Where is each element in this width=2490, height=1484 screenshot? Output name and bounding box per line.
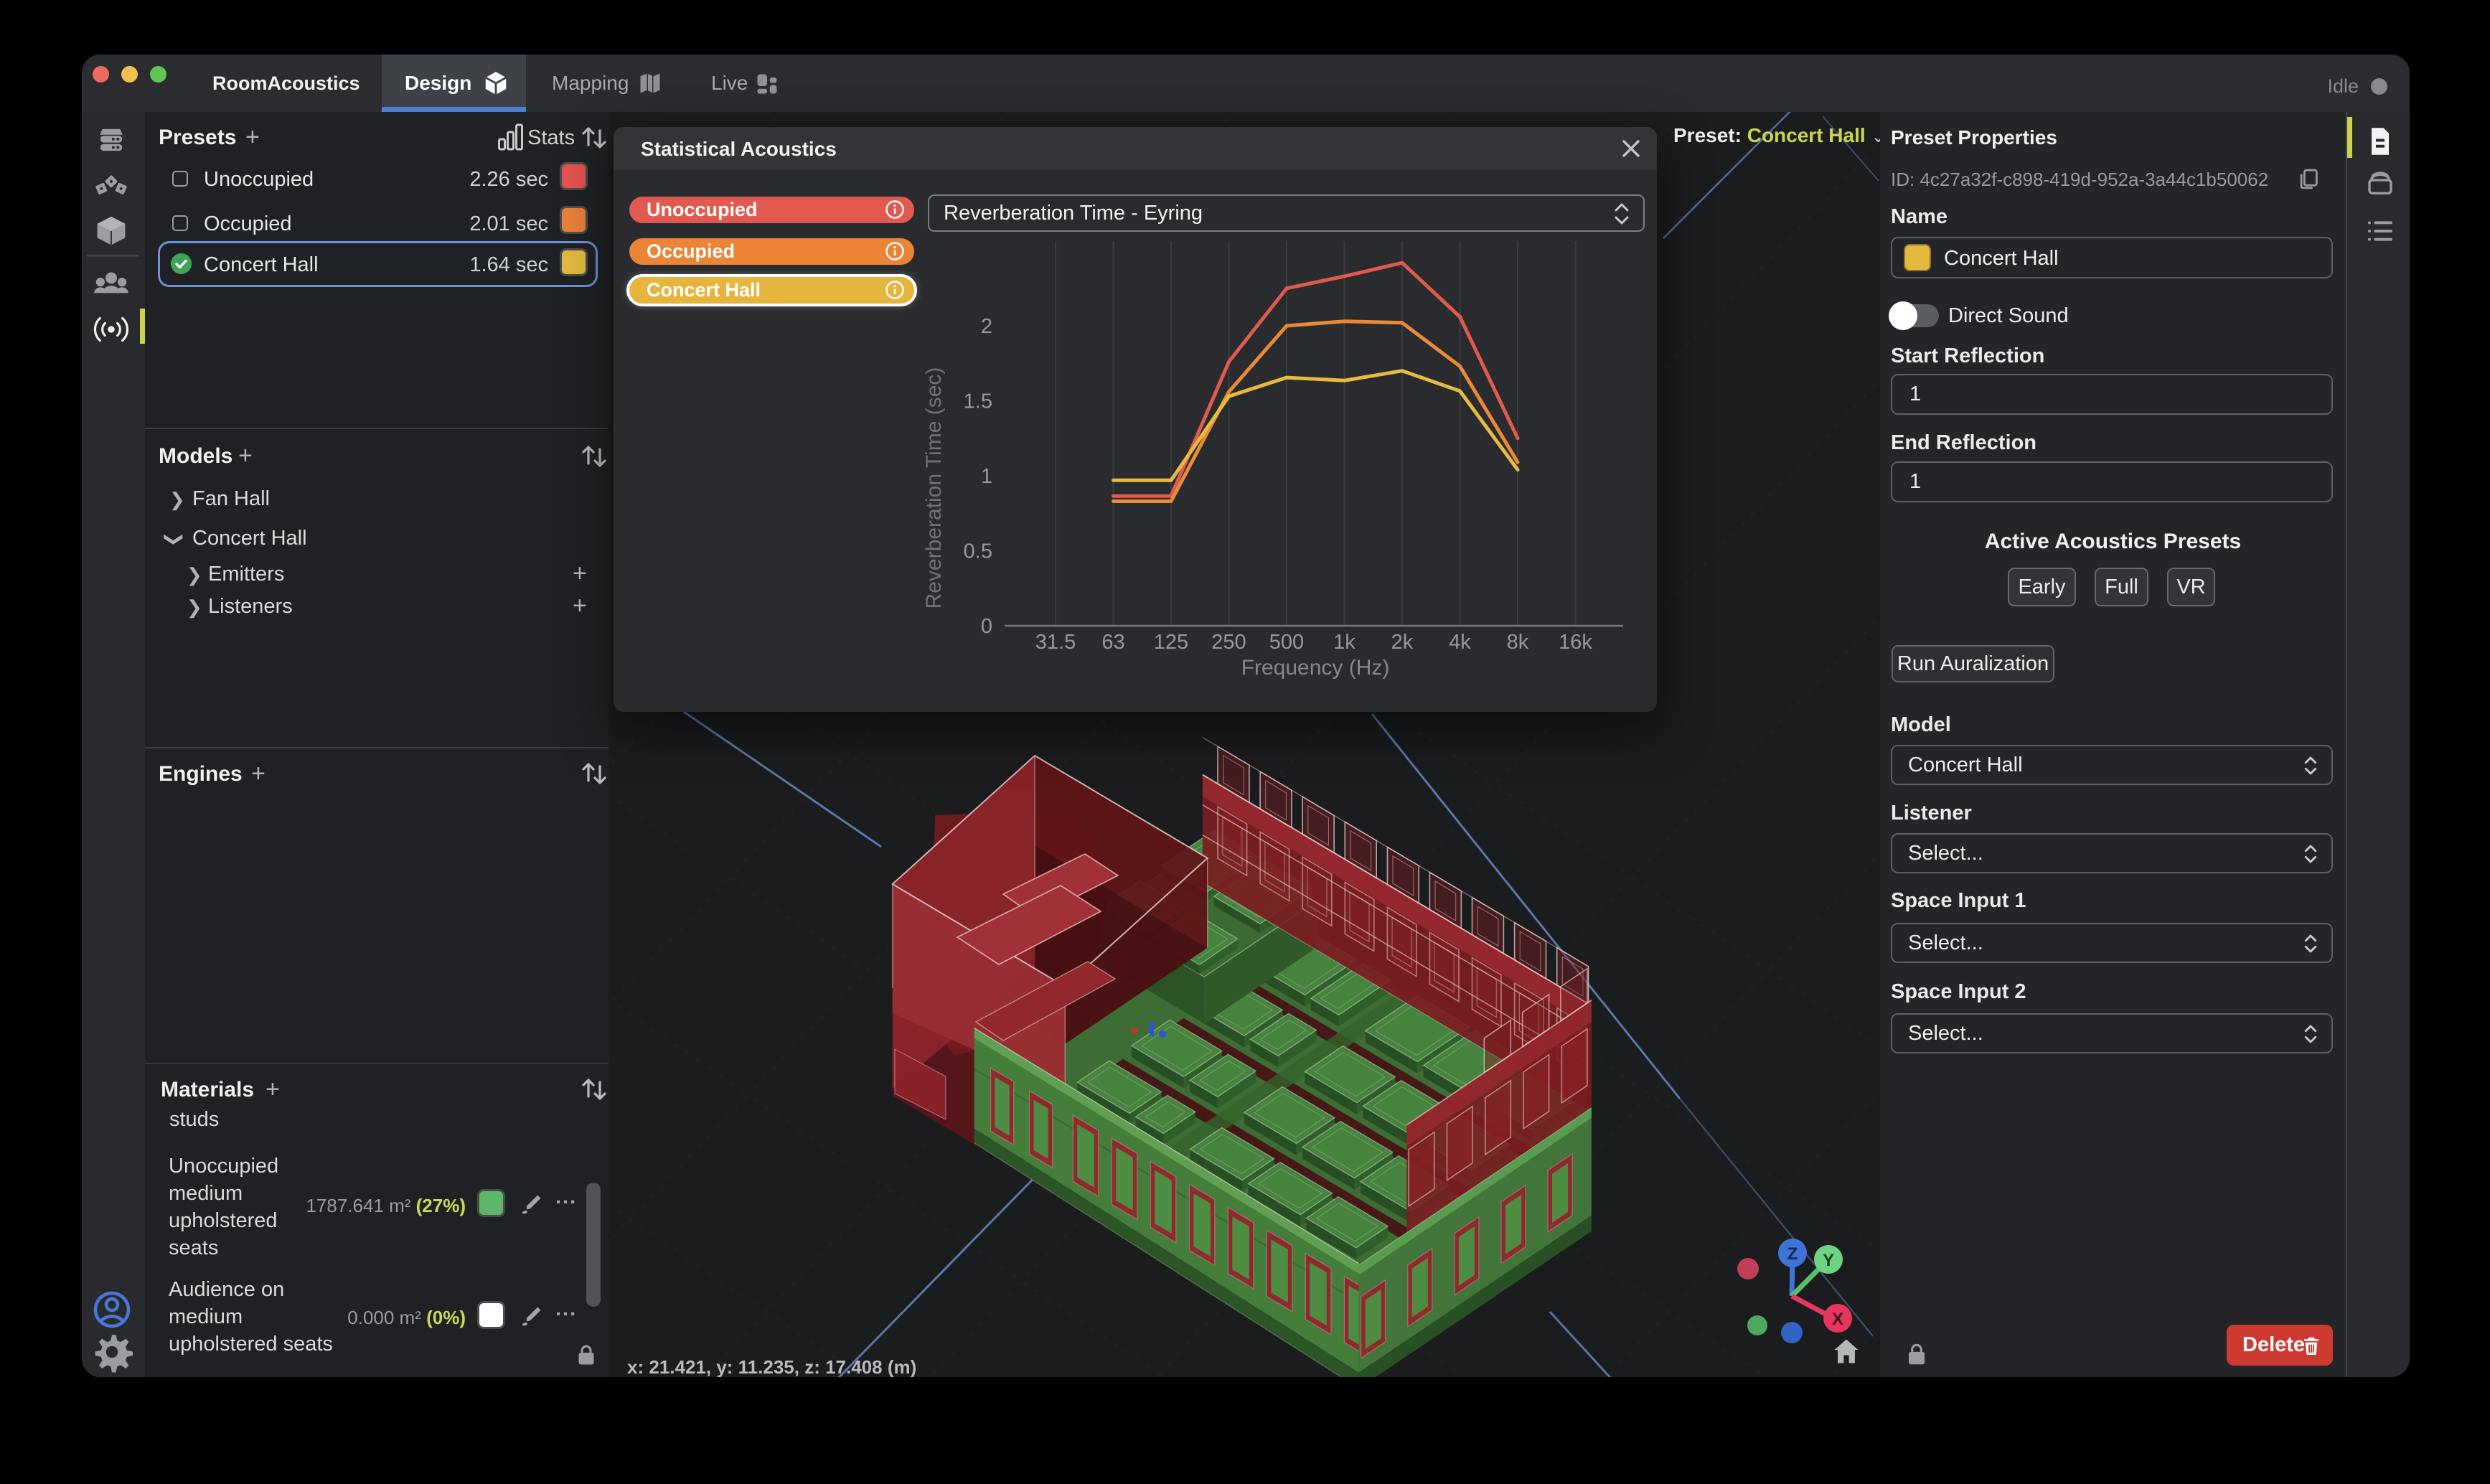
svg-text:31.5: 31.5 — [1035, 631, 1076, 654]
svg-text:8k: 8k — [1507, 631, 1529, 654]
svg-text:0.5: 0.5 — [964, 540, 992, 563]
svg-text:250: 250 — [1211, 631, 1246, 654]
svg-text:X: X — [1832, 1310, 1843, 1329]
svg-text:Z: Z — [1787, 1244, 1798, 1264]
svg-text:1: 1 — [981, 465, 992, 488]
svg-text:Reverberation Time (sec): Reverberation Time (sec) — [922, 367, 946, 609]
svg-text:1k: 1k — [1333, 631, 1356, 654]
svg-text:Y: Y — [1823, 1251, 1834, 1270]
svg-text:1.5: 1.5 — [964, 390, 992, 413]
svg-text:2: 2 — [981, 315, 992, 338]
svg-text:125: 125 — [1154, 631, 1188, 654]
svg-text:4k: 4k — [1449, 631, 1471, 654]
svg-text:500: 500 — [1269, 631, 1304, 654]
svg-text:63: 63 — [1101, 631, 1124, 654]
svg-text:Frequency (Hz): Frequency (Hz) — [1241, 656, 1390, 680]
svg-text:0: 0 — [981, 615, 992, 638]
svg-text:16k: 16k — [1559, 631, 1592, 654]
svg-text:2k: 2k — [1391, 631, 1414, 654]
